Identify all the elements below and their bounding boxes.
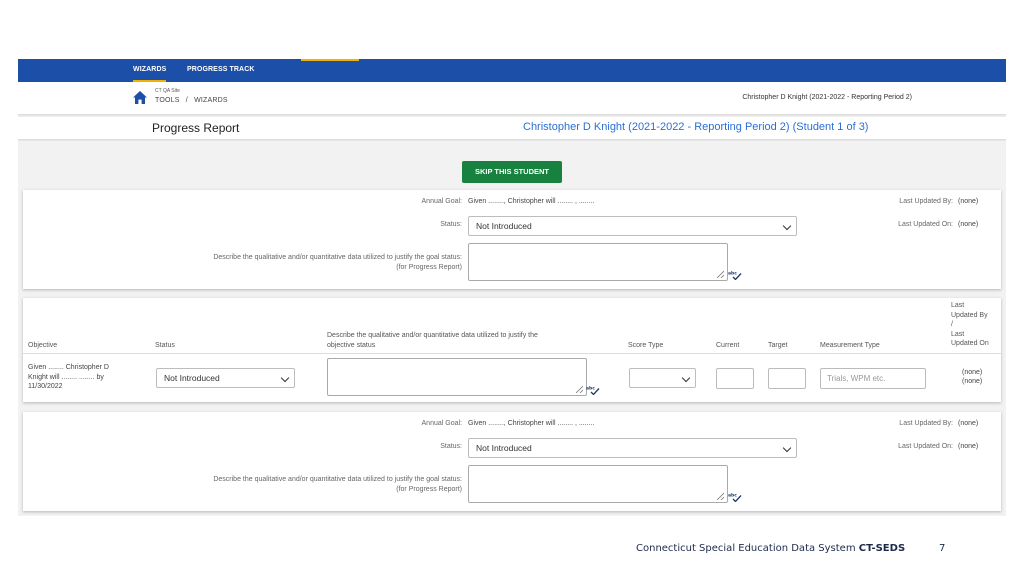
- site-label: CT QA Site: [155, 88, 180, 94]
- spellcheck-icon[interactable]: abc: [728, 492, 742, 502]
- objective-line: Knight will ........ ........ by: [28, 373, 104, 381]
- describe-label: Describe the qualitative and/or quantita…: [213, 476, 462, 483]
- breadcrumb-separator: /: [185, 97, 188, 104]
- last-updated-by-value: (none): [958, 420, 979, 427]
- header-line: Updated On: [951, 340, 989, 347]
- nav-accent-mark: [301, 59, 359, 61]
- describe-sublabel: (for Progress Report): [396, 486, 462, 493]
- column-header-describe-line2: objective status: [327, 342, 376, 349]
- target-input[interactable]: [768, 368, 806, 389]
- objective-status-select[interactable]: Not Introduced: [156, 368, 295, 388]
- updated-on-value: (none): [962, 378, 983, 385]
- last-updated-on-value: (none): [958, 443, 979, 450]
- last-updated-on-label: Last Updated On:: [898, 221, 953, 228]
- footer-text: Connecticut Special Education Data Syste…: [636, 543, 905, 554]
- column-header-status: Status: [155, 342, 175, 349]
- last-updated-by-label: Last Updated By:: [899, 420, 953, 427]
- goal-describe-textarea[interactable]: [468, 465, 728, 503]
- breadcrumb-wizards[interactable]: WIZARDS: [194, 97, 228, 104]
- footer-label: Connecticut Special Education Data Syste…: [636, 543, 859, 554]
- annual-goal-label: Annual Goal:: [421, 420, 462, 427]
- annual-goal-label: Annual Goal:: [421, 198, 462, 205]
- column-header-last-updated: Last Updated By / Last Updated On: [951, 301, 989, 349]
- annual-goal-value: Given ........, Christopher will .......…: [468, 198, 595, 205]
- objective-line: Given ........ Christopher D: [28, 364, 109, 371]
- score-type-select[interactable]: [629, 368, 696, 388]
- last-updated-by-label: Last Updated By:: [899, 198, 953, 205]
- goal-status-value: Not Introduced: [476, 443, 532, 453]
- skip-student-button[interactable]: SKIP THIS STUDENT: [462, 161, 562, 183]
- resize-grip-icon[interactable]: [716, 492, 724, 500]
- svg-text:abc: abc: [728, 271, 737, 277]
- annual-goal-value: Given ........, Christopher will .......…: [468, 420, 595, 427]
- last-updated-on-value: (none): [958, 221, 979, 228]
- goal-card: Annual Goal: Given ........, Christopher…: [23, 412, 1001, 511]
- column-header-measurement-type: Measurement Type: [820, 342, 880, 349]
- page-number: 7: [939, 543, 946, 554]
- header-line: Last: [951, 330, 965, 338]
- objective-line: 11/30/2022: [28, 383, 63, 390]
- header-line: Last: [951, 302, 965, 309]
- breadcrumb-tools[interactable]: TOOLS: [155, 97, 180, 104]
- status-label: Status:: [440, 221, 462, 228]
- header-divider: [23, 353, 1001, 354]
- column-header-target: Target: [768, 342, 788, 349]
- objectives-table: Objective Status Describe the qualitativ…: [23, 298, 1001, 402]
- chevron-down-icon: [782, 221, 792, 231]
- title-bar: Progress Report Christopher D Knight (20…: [18, 117, 1006, 140]
- chevron-down-icon: [681, 373, 691, 383]
- spellcheck-icon[interactable]: abc: [586, 385, 600, 395]
- goal-status-select[interactable]: Not Introduced: [468, 438, 797, 458]
- resize-grip-icon[interactable]: [716, 270, 724, 278]
- last-updated-on-label: Last Updated On:: [898, 443, 953, 450]
- last-updated-by-value: (none): [958, 198, 979, 205]
- column-header-describe: Describe the qualitative and/or quantita…: [327, 332, 538, 339]
- goal-status-select[interactable]: Not Introduced: [468, 216, 797, 236]
- goal-status-value: Not Introduced: [476, 221, 532, 231]
- goal-card: Annual Goal: Given ........, Christopher…: [23, 190, 1001, 289]
- breadcrumb-bar: CT QA Site TOOLS / WIZARDS Christopher D…: [18, 82, 1006, 115]
- header-line: Updated By: [951, 311, 988, 319]
- svg-text:abc: abc: [728, 493, 737, 499]
- column-header-objective: Objective: [28, 342, 58, 349]
- tab-wizards[interactable]: WIZARDS: [133, 59, 167, 82]
- header-line: /: [951, 321, 953, 328]
- column-header-current: Current: [716, 342, 740, 349]
- chevron-down-icon: [280, 373, 290, 383]
- objective-status-value: Not Introduced: [164, 373, 220, 383]
- student-title: Christopher D Knight (2021-2022 - Report…: [523, 121, 869, 133]
- page-title: Progress Report: [152, 121, 240, 135]
- goal-describe-textarea[interactable]: [468, 243, 728, 281]
- student-info: Christopher D Knight (2021-2022 - Report…: [742, 94, 912, 101]
- chevron-down-icon: [782, 443, 792, 453]
- current-input[interactable]: [716, 368, 754, 389]
- page: WIZARDS PROGRESS TRACK CT QA Site TOOLS …: [0, 0, 1024, 576]
- status-label: Status:: [440, 443, 462, 450]
- describe-label: Describe the qualitative and/or quantita…: [213, 254, 462, 261]
- spellcheck-icon[interactable]: abc: [728, 270, 742, 280]
- footer-brand: CT-SEDS: [858, 543, 906, 554]
- svg-text:abc: abc: [586, 386, 595, 392]
- measurement-type-input[interactable]: Trials, WPM etc.: [820, 368, 926, 389]
- column-header-score-type: Score Type: [628, 342, 664, 349]
- home-icon[interactable]: [133, 91, 147, 104]
- objective-text: Given ........ Christopher D Knight will…: [28, 363, 109, 392]
- top-nav-bar: WIZARDS PROGRESS TRACK: [18, 59, 1006, 82]
- objective-describe-textarea[interactable]: [327, 358, 587, 396]
- describe-sublabel: (for Progress Report): [396, 264, 462, 271]
- breadcrumb: TOOLS / WIZARDS: [155, 97, 232, 104]
- resize-grip-icon[interactable]: [575, 385, 583, 393]
- tab-progress-track[interactable]: PROGRESS TRACK: [187, 59, 255, 82]
